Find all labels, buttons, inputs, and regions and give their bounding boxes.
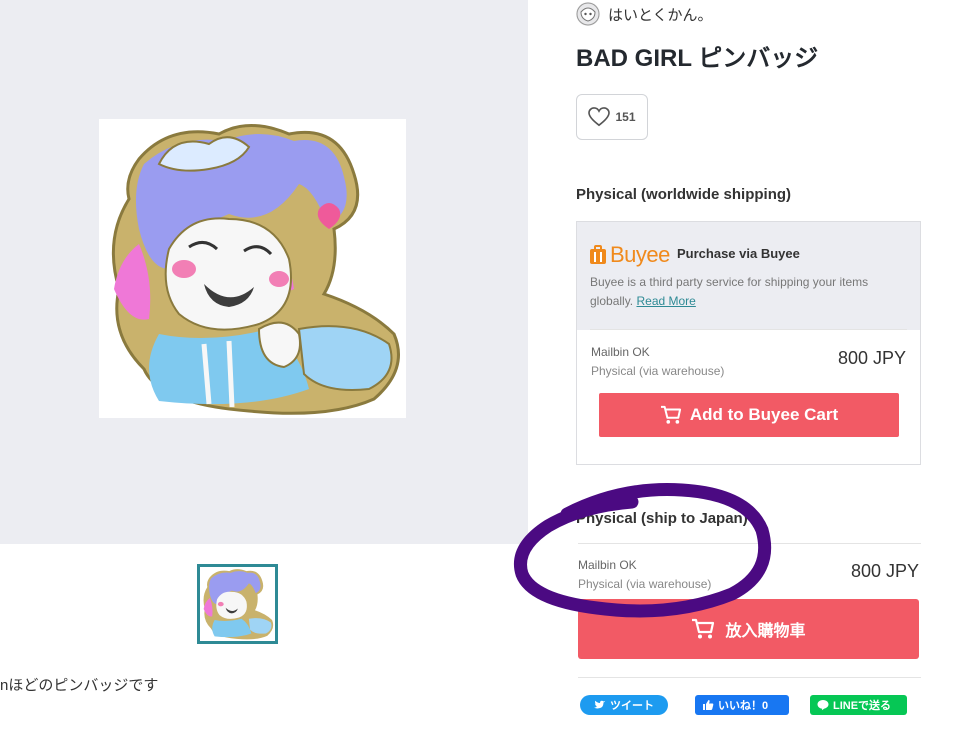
buyee-divider bbox=[590, 329, 907, 330]
share-divider bbox=[578, 677, 921, 678]
buyee-logo: Buyee bbox=[589, 242, 670, 268]
shop-avatar bbox=[576, 2, 600, 26]
worldwide-section-title: Physical (worldwide shipping) bbox=[576, 186, 792, 203]
product-title: BAD GIRL ピンバッジ bbox=[576, 45, 819, 72]
japan-variant-name: Mailbin OK bbox=[578, 558, 637, 572]
buyee-bag-icon bbox=[590, 245, 606, 264]
worldwide-variant-type: Physical (via warehouse) bbox=[591, 364, 725, 378]
buyee-description: Buyee is a third party service for shipp… bbox=[590, 273, 910, 311]
product-thumbnail[interactable] bbox=[197, 564, 278, 644]
heart-icon bbox=[588, 107, 611, 127]
worldwide-variant-name: Mailbin OK bbox=[591, 345, 650, 359]
buyee-logo-text: Buyee bbox=[610, 242, 670, 267]
worldwide-price: 800 JPY bbox=[837, 348, 906, 368]
cart-icon bbox=[692, 618, 715, 639]
add-to-buyee-cart-label: Add to Buyee Cart bbox=[689, 405, 839, 424]
japan-divider bbox=[578, 543, 921, 544]
product-main-image[interactable] bbox=[99, 119, 406, 418]
shop-link[interactable]: はいとくかん。 bbox=[576, 2, 713, 26]
twitter-bird-icon bbox=[594, 700, 606, 708]
product-description: nほどのピンバッジです bbox=[0, 677, 159, 694]
product-gallery bbox=[0, 0, 528, 544]
facebook-like-button[interactable]: いいね！0 bbox=[695, 695, 789, 715]
japan-price: 800 JPY bbox=[850, 561, 919, 581]
buyee-box: Buyee Purchase via Buyee Buyee is a thir… bbox=[576, 221, 921, 465]
tweet-button[interactable]: ツイート bbox=[580, 695, 668, 715]
facebook-like-label: いいね！0 bbox=[718, 700, 769, 712]
buyee-description-text: Buyee is a third party service for shipp… bbox=[590, 275, 869, 308]
add-to-cart-button[interactable]: 放入購物車 bbox=[578, 599, 919, 659]
add-to-cart-label: 放入購物車 bbox=[725, 623, 806, 640]
add-to-buyee-cart-button[interactable]: Add to Buyee Cart bbox=[599, 393, 899, 437]
buyee-read-more-link[interactable]: Read More bbox=[636, 294, 695, 308]
buyee-purchase-label: Purchase via Buyee bbox=[677, 246, 800, 261]
japan-section-title: Physical (ship to Japan) bbox=[576, 510, 748, 527]
line-share-label: LINEで送る bbox=[833, 700, 892, 712]
line-icon bbox=[817, 700, 829, 711]
like-button[interactable]: 151 bbox=[576, 94, 648, 140]
tweet-label: ツイート bbox=[610, 700, 654, 712]
thumbnail-image bbox=[203, 569, 274, 640]
shop-name: はいとくかん。 bbox=[608, 6, 713, 24]
thumbs-up-icon bbox=[703, 700, 714, 710]
cart-icon bbox=[660, 405, 681, 424]
japan-variant-type: Physical (via warehouse) bbox=[578, 577, 712, 591]
line-share-button[interactable]: LINEで送る bbox=[810, 695, 907, 715]
like-count: 151 bbox=[615, 110, 636, 124]
pin-badge-illustration bbox=[111, 124, 400, 415]
buyee-header: Buyee Purchase via Buyee Buyee is a thir… bbox=[577, 222, 920, 330]
